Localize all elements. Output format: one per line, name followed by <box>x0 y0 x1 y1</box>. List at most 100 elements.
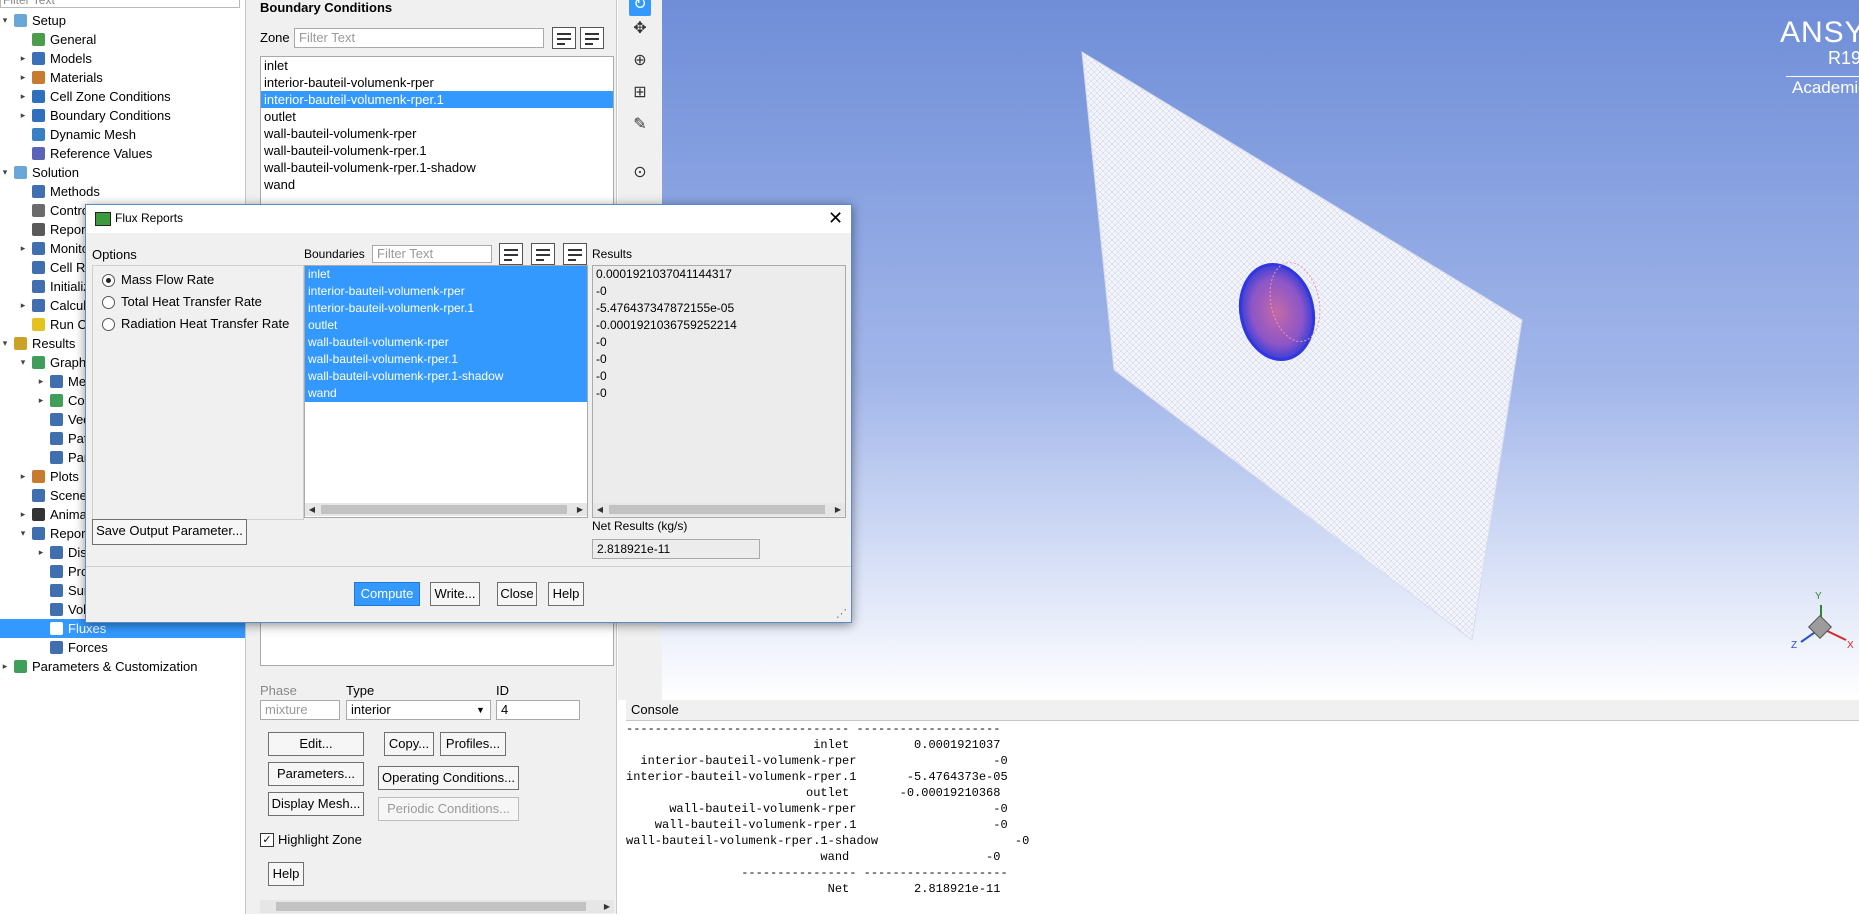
expanded-arrow-icon[interactable]: ▾ <box>18 353 28 372</box>
collapsed-arrow-icon[interactable]: ▸ <box>0 657 10 676</box>
result-value: -0 <box>596 369 607 383</box>
tree-item[interactable]: ▾ Setup <box>0 11 245 30</box>
collapsed-arrow-icon[interactable]: ▸ <box>18 106 28 125</box>
parameters-button[interactable]: Parameters... <box>268 762 364 786</box>
boundary-list-item[interactable]: interior-bauteil-volumenk-rper <box>305 283 587 300</box>
select-all-button[interactable] <box>531 243 555 265</box>
list-options-button[interactable] <box>580 27 604 49</box>
boundary-list-item[interactable]: interior-bauteil-volumenk-rper.1 <box>305 300 587 317</box>
console-line: interior-bauteil-volumenk-rper.1 -5.4764… <box>626 770 1008 784</box>
mass-flow-rate-radio[interactable] <box>102 274 115 287</box>
deselect-all-button[interactable] <box>563 243 587 265</box>
collapsed-arrow-icon[interactable]: ▸ <box>18 505 28 524</box>
help-button[interactable]: Help <box>548 582 584 606</box>
profiles-button[interactable]: Profiles... <box>440 732 506 756</box>
expanded-arrow-icon[interactable]: ▾ <box>0 11 10 30</box>
help-button[interactable]: Help <box>268 862 304 886</box>
zone-list-item[interactable]: interior-bauteil-volumenk-rper.1 <box>261 91 613 108</box>
probe-icon[interactable]: ✎ <box>629 114 651 136</box>
tree-item[interactable]: Forces <box>0 638 245 657</box>
flux-reports-dialog: Flux Reports ✕ Options Mass Flow Rate To… <box>85 204 852 623</box>
zone-list-item[interactable]: wand <box>261 176 613 193</box>
boundaries-scrollbar[interactable]: ◀ ▶ <box>305 503 587 516</box>
tree-node-icon <box>32 356 45 369</box>
boundary-list-item[interactable]: wand <box>305 385 587 402</box>
tree-node-icon <box>32 261 45 274</box>
zoom-box-icon[interactable]: ⊞ <box>629 82 651 104</box>
operating-conditions-button[interactable]: Operating Conditions... <box>378 766 519 790</box>
boundary-list-item[interactable]: outlet <box>305 317 587 334</box>
tree-item[interactable]: ▸ Models <box>0 49 245 68</box>
tree-item[interactable]: ▸ Materials <box>0 68 245 87</box>
close-icon[interactable]: ✕ <box>828 207 843 229</box>
save-output-parameter-button[interactable]: Save Output Parameter... <box>92 519 247 545</box>
type-select[interactable]: interior <box>346 700 491 720</box>
write-button[interactable]: Write... <box>430 582 480 606</box>
tree-node-icon <box>50 546 63 559</box>
expanded-arrow-icon[interactable]: ▾ <box>18 524 28 543</box>
tree-item[interactable]: Reference Values <box>0 144 245 163</box>
phase-select: mixture <box>260 700 340 720</box>
panel-scrollbar[interactable]: ▶ <box>260 900 614 913</box>
collapsed-arrow-icon[interactable]: ▸ <box>18 239 28 258</box>
boundary-list-item[interactable]: wall-bauteil-volumenk-rper.1 <box>305 351 587 368</box>
filter-options-button[interactable] <box>552 27 576 49</box>
tree-node-icon <box>32 109 45 122</box>
filter-options-button[interactable] <box>499 243 523 265</box>
collapsed-arrow-icon[interactable]: ▸ <box>36 543 46 562</box>
display-mesh-button[interactable]: Display Mesh... <box>268 792 364 816</box>
boundary-list-item[interactable]: wall-bauteil-volumenk-rper.1-shadow <box>305 368 587 385</box>
id-field[interactable]: 4 <box>496 700 580 720</box>
tree-item[interactable]: General <box>0 30 245 49</box>
tree-item[interactable]: ▸ Boundary Conditions <box>0 106 245 125</box>
tree-node-icon <box>32 204 45 217</box>
tree-node-icon <box>32 71 45 84</box>
radiation-heat-transfer-rate-radio[interactable] <box>102 318 115 331</box>
dialog-titlebar[interactable]: Flux Reports ✕ <box>86 205 851 233</box>
dialog-divider <box>86 566 851 567</box>
tree-node-icon <box>32 128 45 141</box>
zone-filter-input[interactable]: Filter Text <box>294 28 544 48</box>
tree-item[interactable]: ▸ Parameters & Customization <box>0 657 245 676</box>
boundary-list-item[interactable]: inlet <box>305 266 587 283</box>
tree-item[interactable]: Methods <box>0 182 245 201</box>
edit-button[interactable]: Edit... <box>268 732 364 756</box>
zoom-icon[interactable]: ⊕ <box>629 50 651 72</box>
collapsed-arrow-icon[interactable]: ▸ <box>18 68 28 87</box>
expanded-arrow-icon[interactable]: ▾ <box>0 334 10 353</box>
total-heat-transfer-rate-radio[interactable] <box>102 296 115 309</box>
collapsed-arrow-icon[interactable]: ▸ <box>36 391 46 410</box>
zone-list-item[interactable]: inlet <box>261 57 613 74</box>
expanded-arrow-icon[interactable]: ▾ <box>0 163 10 182</box>
zone-list-item[interactable]: wall-bauteil-volumenk-rper.1-shadow <box>261 159 613 176</box>
resize-grip-icon[interactable]: ⋰ <box>836 607 847 620</box>
zone-list-item[interactable]: interior-bauteil-volumenk-rper <box>261 74 613 91</box>
rotate-icon[interactable]: ↻ <box>629 0 651 16</box>
collapsed-arrow-icon[interactable]: ▸ <box>18 49 28 68</box>
console-output[interactable]: ------------------------------- --------… <box>626 720 1859 915</box>
collapsed-arrow-icon[interactable]: ▸ <box>18 87 28 106</box>
pan-icon[interactable]: ✥ <box>629 18 651 40</box>
edition-label: Academic <box>1792 78 1859 97</box>
compute-button[interactable]: Compute <box>354 582 420 606</box>
boundary-list-item[interactable]: wall-bauteil-volumenk-rper <box>305 334 587 351</box>
zone-list-item[interactable]: wall-bauteil-volumenk-rper <box>261 125 613 142</box>
tree-item[interactable]: ▸ Cell Zone Conditions <box>0 87 245 106</box>
boundaries-list[interactable]: inlet interior-bauteil-volumenk-rper inter… <box>304 265 588 518</box>
tree-filter-input[interactable]: Filter Text <box>0 0 240 8</box>
copy-button[interactable]: Copy... <box>384 732 434 756</box>
zone-list-item[interactable]: outlet <box>261 108 613 125</box>
close-button[interactable]: Close <box>497 582 537 606</box>
tree-node-icon <box>32 508 45 521</box>
boundaries-filter-input[interactable]: Filter Text <box>372 245 492 263</box>
results-scrollbar[interactable]: ◀ ▶ <box>593 503 845 516</box>
collapsed-arrow-icon[interactable]: ▸ <box>18 296 28 315</box>
tree-item[interactable]: ▾ Solution <box>0 163 245 182</box>
collapsed-arrow-icon[interactable]: ▸ <box>18 467 28 486</box>
collapsed-arrow-icon[interactable]: ▸ <box>36 372 46 391</box>
zone-list-item[interactable]: wall-bauteil-volumenk-rper.1 <box>261 142 613 159</box>
tree-item[interactable]: Dynamic Mesh <box>0 125 245 144</box>
fit-icon[interactable]: ⊙ <box>629 162 651 184</box>
brand-logo: ANSYS <box>1780 16 1859 49</box>
highlight-zone-checkbox[interactable]: ✓ <box>260 833 274 847</box>
